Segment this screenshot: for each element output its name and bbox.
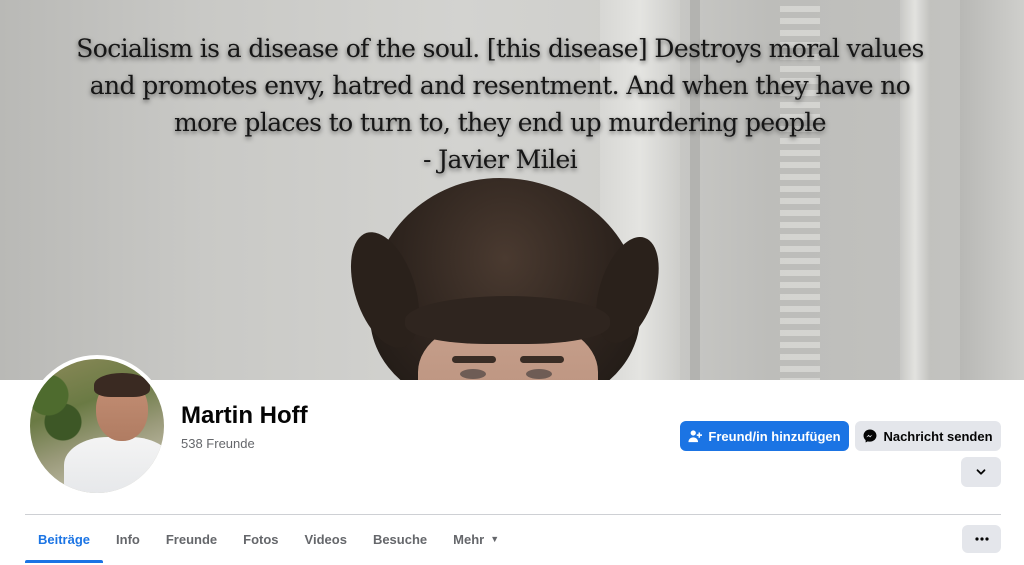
add-friend-button[interactable]: Freund/in hinzufügen bbox=[680, 421, 849, 451]
cover-portrait-brow bbox=[520, 356, 564, 363]
tab-mehr[interactable]: Mehr ▼ bbox=[440, 515, 512, 563]
profile-tabs: Beiträge Info Freunde Fotos Videos Besuc… bbox=[25, 515, 512, 563]
avatar-hair bbox=[94, 373, 150, 397]
send-message-button[interactable]: Nachricht senden bbox=[855, 421, 1001, 451]
messenger-icon bbox=[863, 429, 877, 443]
tab-besuche[interactable]: Besuche bbox=[360, 515, 440, 563]
tab-mehr-label: Mehr bbox=[453, 531, 485, 547]
avatar-background-foliage bbox=[30, 359, 90, 449]
ellipsis-icon bbox=[974, 537, 989, 541]
chevron-down-icon bbox=[975, 466, 987, 478]
cover-photo[interactable]: Socialism is a disease of the soul. [thi… bbox=[0, 0, 1024, 380]
tab-beitraege[interactable]: Beiträge bbox=[25, 515, 104, 563]
expand-options-button[interactable] bbox=[961, 457, 1001, 487]
tab-info[interactable]: Info bbox=[103, 515, 153, 563]
cover-portrait-fringe bbox=[405, 296, 610, 344]
friends-count-link[interactable]: 538 Freunde bbox=[181, 436, 255, 451]
cover-quote-line: more places to turn to, they end up murd… bbox=[173, 108, 827, 137]
person-add-icon bbox=[688, 429, 703, 443]
more-options-button[interactable] bbox=[962, 525, 1001, 553]
add-friend-label: Freund/in hinzufügen bbox=[708, 428, 841, 444]
cover-portrait-eye bbox=[460, 369, 486, 379]
tab-videos[interactable]: Videos bbox=[292, 515, 360, 563]
profile-name: Martin Hoff bbox=[181, 402, 308, 429]
send-message-label: Nachricht senden bbox=[883, 428, 993, 444]
tab-fotos[interactable]: Fotos bbox=[230, 515, 291, 563]
tab-freunde[interactable]: Freunde bbox=[153, 515, 230, 563]
cover-quote-line: and promotes envy, hatred and resentment… bbox=[89, 71, 911, 100]
profile-picture[interactable] bbox=[26, 355, 168, 497]
cover-quote-line: Socialism is a disease of the soul. [thi… bbox=[76, 34, 924, 63]
cover-wall-panel bbox=[960, 0, 1024, 380]
caret-down-icon: ▼ bbox=[490, 534, 500, 544]
cover-portrait-eye bbox=[526, 369, 552, 379]
cover-quote: Socialism is a disease of the soul. [thi… bbox=[60, 30, 940, 178]
avatar-shirt bbox=[64, 437, 164, 493]
cover-portrait-brow bbox=[452, 356, 496, 363]
avatar bbox=[30, 359, 164, 493]
cover-quote-attribution: - Javier Milei bbox=[422, 145, 578, 174]
